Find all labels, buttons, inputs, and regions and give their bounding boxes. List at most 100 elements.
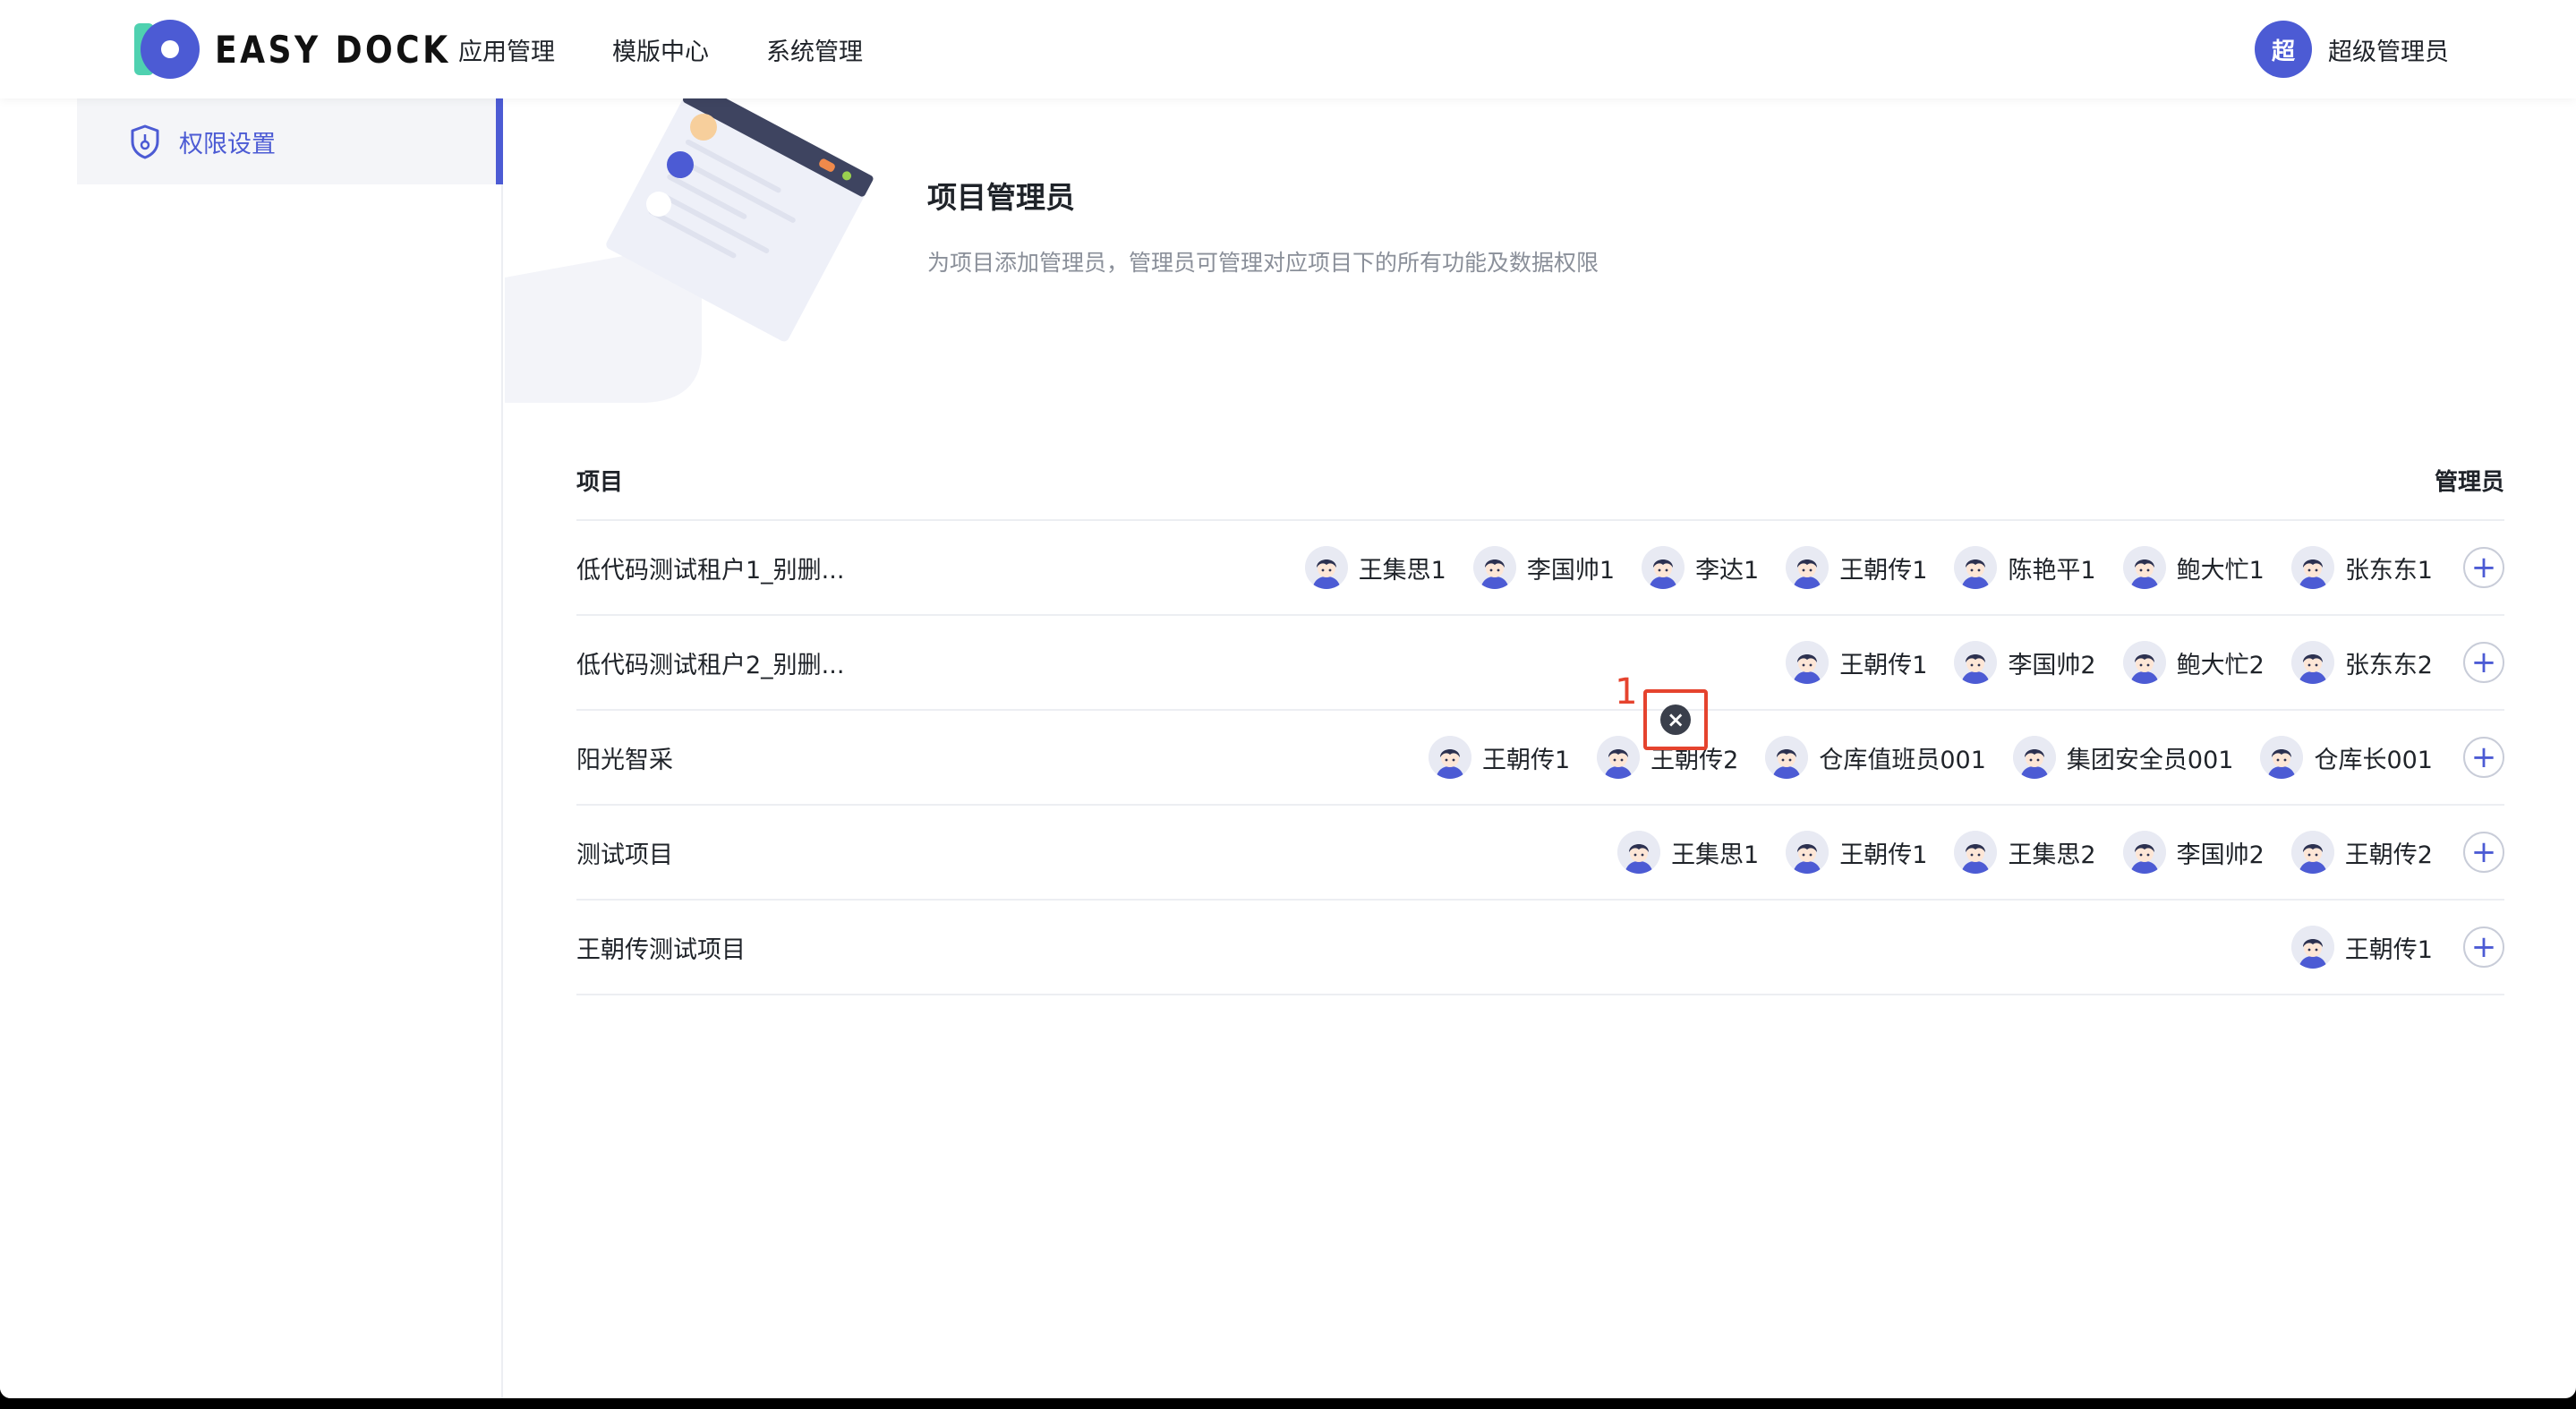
- column-header-admins: 管理员: [2434, 468, 2504, 496]
- page-title: 项目管理员: [927, 180, 1075, 215]
- admin-name: 仓库值班员001: [1819, 746, 1986, 774]
- admin-chip[interactable]: 王集思1: [1304, 546, 1446, 589]
- admin-name: 集团安全员001: [2066, 746, 2234, 774]
- project-name: 测试项目: [576, 841, 673, 869]
- admin-avatar: [1472, 546, 1516, 589]
- user-avatar-icon: [2290, 641, 2334, 684]
- user-menu[interactable]: 超 超级管理员: [2255, 20, 2449, 79]
- admin-chip[interactable]: 鲍大忙2: [2122, 641, 2265, 684]
- annotation-number: 1: [1615, 671, 1638, 713]
- admin-avatar: [1786, 831, 1830, 874]
- admin-chip[interactable]: 王集思2: [1954, 831, 2096, 874]
- admin-chip[interactable]: 王朝传2 1 ×: [1597, 671, 1738, 779]
- user-avatar-icon: [1472, 546, 1516, 589]
- admin-avatar: [1617, 831, 1661, 874]
- admin-name: 陈艳平1: [2008, 556, 2096, 585]
- admin-chip[interactable]: 王朝传1: [1786, 641, 1927, 684]
- admin-avatar: [1786, 641, 1830, 684]
- user-avatar-icon: [1954, 641, 1998, 684]
- admin-name: 王朝传1: [1839, 841, 1928, 869]
- admin-chip[interactable]: 李国帅1: [1472, 546, 1615, 589]
- user-avatar-icon: [2122, 831, 2166, 874]
- admin-chip[interactable]: 张东东1: [2290, 546, 2433, 589]
- admin-chip[interactable]: 仓库长001: [2260, 736, 2433, 779]
- add-admin-button[interactable]: +: [2463, 832, 2504, 873]
- user-avatar-icon: [1642, 546, 1685, 589]
- admin-chip[interactable]: 鲍大忙1: [2122, 546, 2265, 589]
- user-avatar-icon: [2122, 641, 2166, 684]
- admin-name: 王朝传2: [2344, 841, 2433, 869]
- sidebar-item-label: 权限设置: [179, 130, 276, 158]
- admin-avatar: [2260, 736, 2304, 779]
- user-avatar-icon: [1954, 546, 1998, 589]
- table-row: 低代码测试租户2_别删... 王朝传1 李国帅2 鲍大忙2 张东东2 +: [576, 616, 2504, 711]
- nav-app-management[interactable]: 应用管理: [458, 32, 555, 67]
- admin-avatar: [1954, 641, 1998, 684]
- admin-name: 王集思1: [1671, 841, 1760, 869]
- close-circle-icon: ×: [1660, 704, 1692, 735]
- admin-chip[interactable]: 仓库值班员001: [1765, 736, 1986, 779]
- add-admin-button[interactable]: +: [2463, 547, 2504, 588]
- admin-chip[interactable]: 李国帅2: [2122, 831, 2265, 874]
- add-admin-button[interactable]: +: [2463, 737, 2504, 778]
- admin-avatar: [2290, 831, 2334, 874]
- sidebar: 权限设置: [0, 98, 503, 1398]
- add-admin-button[interactable]: +: [2463, 642, 2504, 683]
- admin-chip[interactable]: 王朝传1: [1786, 831, 1927, 874]
- user-avatar-icon: [2290, 546, 2334, 589]
- user-avatar-icon: [2260, 736, 2304, 779]
- admin-list: 王朝传1 +: [2265, 901, 2504, 994]
- nav-system-management[interactable]: 系统管理: [766, 32, 863, 67]
- admin-chip[interactable]: 张东东2: [2290, 641, 2433, 684]
- admin-avatar: [2012, 736, 2056, 779]
- user-avatar-icon: [2290, 831, 2334, 874]
- admin-chip[interactable]: 王朝传2: [2290, 831, 2433, 874]
- admin-name: 王集思1: [1358, 556, 1446, 585]
- admin-chip[interactable]: 李达1: [1642, 546, 1759, 589]
- nav-template-center[interactable]: 模版中心: [612, 32, 709, 67]
- table-row: 王朝传测试项目 王朝传1 +: [576, 901, 2504, 995]
- page-description: 为项目添加管理员，管理员可管理对应项目下的所有功能及数据权限: [927, 250, 1599, 276]
- admin-chip[interactable]: 王集思1: [1617, 831, 1759, 874]
- plus-icon: +: [2470, 739, 2497, 775]
- add-admin-button[interactable]: +: [2463, 927, 2504, 968]
- plus-icon: +: [2470, 929, 2497, 965]
- user-avatar-icon: [1786, 546, 1830, 589]
- remove-admin-button[interactable]: ×: [1643, 689, 1709, 750]
- admin-chip[interactable]: 集团安全员001: [2012, 736, 2234, 779]
- banner-illustration: [505, 98, 874, 403]
- admin-list: 王集思1 李国帅1 李达1 王朝传1 陈艳平1 鲍大忙1 张东东1 +: [1278, 521, 2504, 614]
- admin-chip[interactable]: 李国帅2: [1954, 641, 2096, 684]
- admin-chip[interactable]: 王朝传1: [2290, 926, 2433, 969]
- admin-name: 鲍大忙1: [2176, 556, 2265, 585]
- sidebar-item-permission-settings[interactable]: 权限设置: [77, 98, 503, 184]
- plus-icon: +: [2470, 645, 2497, 680]
- project-admin-table: 项目 管理员 低代码测试租户1_别删... 王集思1 李国帅1 李达1 王朝传1 陈艳平1…: [576, 440, 2504, 995]
- admin-name: 李国帅2: [2176, 841, 2265, 869]
- logo[interactable]: EASY DOCK: [131, 18, 489, 81]
- admin-avatar: [1597, 736, 1641, 779]
- admin-avatar: [1765, 736, 1809, 779]
- user-name: 超级管理员: [2328, 38, 2449, 66]
- admin-avatar: [1304, 546, 1348, 589]
- user-avatar-icon: [1428, 736, 1471, 779]
- admin-chip[interactable]: 王朝传1: [1786, 546, 1927, 589]
- user-avatar-icon: [1954, 831, 1998, 874]
- admin-name: 王朝传1: [1839, 556, 1928, 585]
- user-avatar-icon: [1765, 736, 1809, 779]
- plus-icon: +: [2470, 834, 2497, 870]
- admin-name: 王朝传1: [1481, 746, 1571, 774]
- admin-list: 王朝传1 王朝传2 1 × 仓库值班员001 集团安全员001 仓库长001 +: [1402, 671, 2504, 804]
- admin-chip[interactable]: 王朝传1: [1428, 736, 1571, 779]
- admin-list: 王集思1 王朝传1 王集思2 李国帅2 王朝传2 +: [1591, 806, 2504, 899]
- admin-name: 王朝传1: [2344, 935, 2433, 964]
- admin-chip[interactable]: 陈艳平1: [1954, 546, 2096, 589]
- admin-name: 仓库长001: [2314, 746, 2433, 774]
- admin-name: 李国帅2: [2008, 651, 2096, 679]
- user-avatar-icon: [1786, 641, 1830, 684]
- project-name: 低代码测试租户2_别删...: [576, 651, 845, 679]
- project-name: 王朝传测试项目: [576, 935, 746, 964]
- admin-name: 王集思2: [2008, 841, 2096, 869]
- admin-avatar: [2290, 546, 2334, 589]
- admin-avatar: [1954, 546, 1998, 589]
